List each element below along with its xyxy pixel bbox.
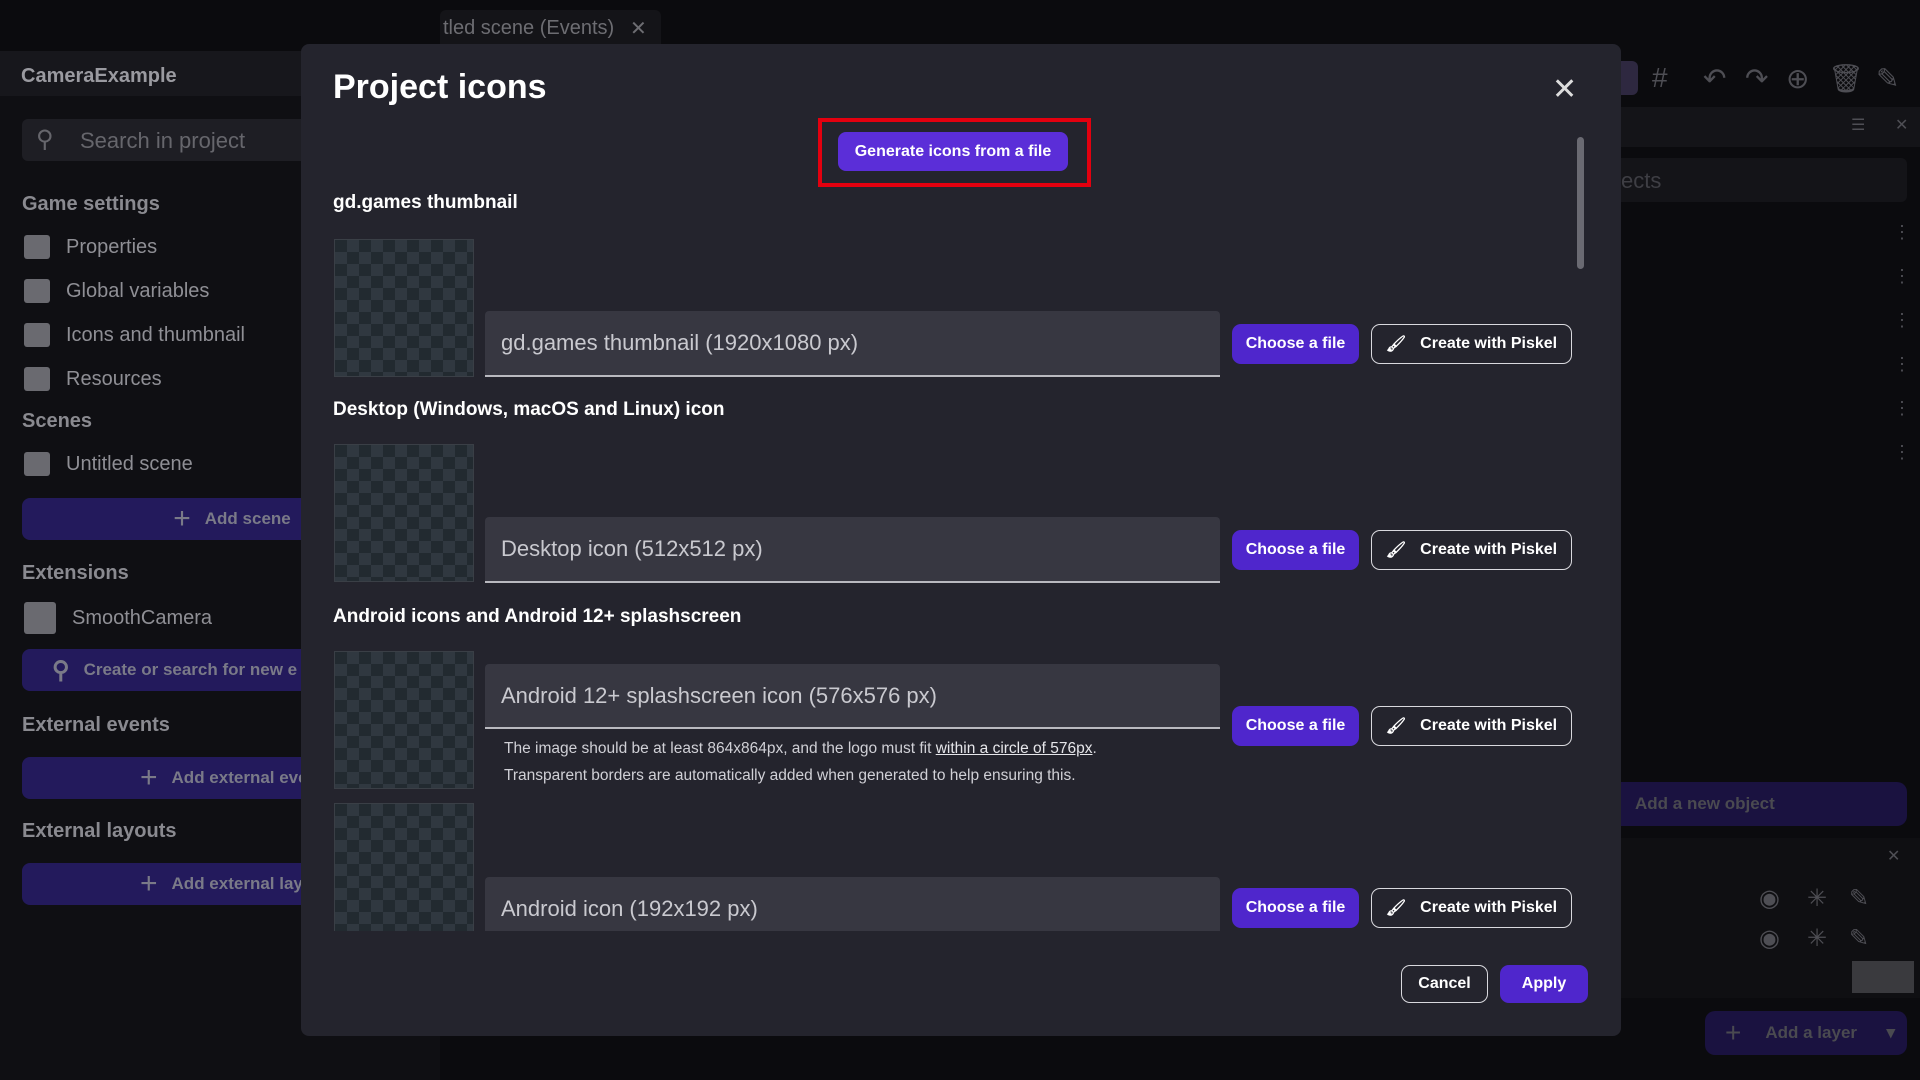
section-game-settings: Game settings xyxy=(22,193,160,215)
brush-icon: 🖌 xyxy=(1385,336,1407,353)
close-dialog-icon[interactable]: ✕ xyxy=(1552,72,1577,107)
resources-icon xyxy=(24,367,50,391)
filter-icon[interactable]: ☰ xyxy=(1851,115,1865,135)
android-splash-preview xyxy=(334,651,474,789)
grid-icon[interactable]: # xyxy=(1652,62,1668,94)
layers-panel: ✕ ◉ ◉ ✳ ✳ ✎ ✎ xyxy=(1621,838,1920,998)
gear-icon xyxy=(24,235,50,259)
add-object-button[interactable]: Add a new object xyxy=(1621,782,1907,826)
more-icon[interactable]: ⋮ xyxy=(1893,222,1911,243)
close-layers-icon[interactable]: ✕ xyxy=(1887,846,1900,866)
sidebar-item-global-variables[interactable]: Global variables xyxy=(24,279,209,303)
section-scenes: Scenes xyxy=(22,410,93,432)
gdgames-thumbnail-field[interactable]: gd.games thumbnail (1920x1080 px) xyxy=(485,311,1220,377)
zoom-in-icon[interactable]: ⊕ xyxy=(1786,62,1809,95)
brush-icon: 🖌 xyxy=(1385,900,1407,917)
plus-icon: + xyxy=(1725,1017,1742,1048)
film-icon xyxy=(24,452,50,476)
close-panel-icon[interactable]: ✕ xyxy=(1895,115,1908,135)
plus-icon: + xyxy=(140,867,158,900)
create-with-piskel-button[interactable]: 🖌 Create with Piskel xyxy=(1371,324,1572,364)
choose-file-button[interactable]: Choose a file xyxy=(1232,530,1359,570)
dropdown-arrow-icon[interactable]: ▾ xyxy=(1886,1023,1895,1043)
section-extensions: Extensions xyxy=(22,562,129,584)
cancel-button[interactable]: Cancel xyxy=(1401,965,1488,1003)
plus-icon: + xyxy=(173,502,191,535)
brush-icon: 🖌 xyxy=(1385,542,1407,559)
choose-file-button[interactable]: Choose a file xyxy=(1232,324,1359,364)
section-desktop-icon: Desktop (Windows, macOS and Linux) icon xyxy=(333,399,725,420)
close-tab-icon[interactable]: ✕ xyxy=(630,16,647,41)
choose-file-button[interactable]: Choose a file xyxy=(1232,706,1359,746)
trash-icon[interactable]: 🗑 xyxy=(1828,62,1864,95)
more-icon[interactable]: ⋮ xyxy=(1893,310,1911,331)
section-external-events: External events xyxy=(22,714,170,736)
eye-icon[interactable]: ◉ xyxy=(1759,924,1780,953)
section-android-icons: Android icons and Android 12+ splashscre… xyxy=(333,606,742,627)
apply-button[interactable]: Apply xyxy=(1500,965,1588,1003)
variables-icon xyxy=(24,279,50,303)
search-icon: ⚲ xyxy=(52,656,70,684)
desktop-icon-preview xyxy=(334,444,474,582)
sidebar-item-smoothcamera[interactable]: SmoothCamera xyxy=(24,602,212,634)
create-with-piskel-button[interactable]: 🖌 Create with Piskel xyxy=(1371,530,1572,570)
dialog-scrollbar[interactable] xyxy=(1577,137,1584,269)
objects-search-input[interactable]: ects xyxy=(1621,158,1907,202)
scene-events-tab[interactable]: tled scene (Events) ✕ xyxy=(440,10,661,47)
sidebar-item-resources[interactable]: Resources xyxy=(24,367,162,391)
more-icon[interactable]: ⋮ xyxy=(1893,442,1911,463)
create-with-piskel-button[interactable]: 🖌 Create with Piskel xyxy=(1371,706,1572,746)
add-layer-button[interactable]: + Add a layer ▾ xyxy=(1705,1011,1907,1055)
android-icon-field[interactable]: Android icon (192x192 px) xyxy=(485,877,1220,931)
android-splashscreen-field[interactable]: Android 12+ splashscreen icon (576x576 p… xyxy=(485,664,1220,729)
tab-label: tled scene (Events) xyxy=(443,17,615,39)
plus-icon: + xyxy=(140,761,158,794)
edit-notes-icon[interactable]: ✎ xyxy=(1876,62,1899,95)
lighting-icon[interactable]: ✳ xyxy=(1807,884,1827,913)
thumbnail-preview xyxy=(334,239,474,377)
sidebar-item-icons-thumbnail[interactable]: Icons and thumbnail xyxy=(24,323,245,347)
sidebar-item-properties[interactable]: Properties xyxy=(24,235,157,259)
choose-file-button[interactable]: Choose a file xyxy=(1232,888,1359,928)
more-icon[interactable]: ⋮ xyxy=(1893,266,1911,287)
circle-guide-link[interactable]: within a circle of 576px xyxy=(936,740,1093,757)
splashscreen-help-text: The image should be at least 864x864px, … xyxy=(504,740,1097,784)
redo-icon[interactable]: ↷ xyxy=(1745,62,1768,95)
more-icon[interactable]: ⋮ xyxy=(1893,398,1911,419)
eye-icon[interactable]: ◉ xyxy=(1759,884,1780,913)
more-icon[interactable]: ⋮ xyxy=(1893,354,1911,375)
generate-icons-button[interactable]: Generate icons from a file xyxy=(838,132,1068,171)
camera-icon xyxy=(24,602,56,634)
edit-icon[interactable]: ✎ xyxy=(1849,884,1869,913)
objects-panel-header: ☰ ✕ xyxy=(1621,107,1920,147)
desktop-icon-field[interactable]: Desktop icon (512x512 px) xyxy=(485,517,1220,583)
color-swatch[interactable] xyxy=(1852,961,1914,993)
section-external-layouts: External layouts xyxy=(22,820,177,842)
brush-icon: 🖌 xyxy=(1385,718,1407,735)
dialog-title: Project icons xyxy=(333,68,547,106)
create-with-piskel-button[interactable]: 🖌 Create with Piskel xyxy=(1371,888,1572,928)
sidebar-item-untitled-scene[interactable]: Untitled scene xyxy=(24,452,193,476)
search-icon: ⚲ xyxy=(36,126,54,153)
undo-icon[interactable]: ↶ xyxy=(1703,62,1726,95)
edit-icon[interactable]: ✎ xyxy=(1849,924,1869,953)
section-gdgames-thumbnail: gd.games thumbnail xyxy=(333,192,518,213)
layers-icon[interactable] xyxy=(1620,61,1638,95)
image-icon xyxy=(24,323,50,347)
lighting-icon[interactable]: ✳ xyxy=(1807,924,1827,953)
